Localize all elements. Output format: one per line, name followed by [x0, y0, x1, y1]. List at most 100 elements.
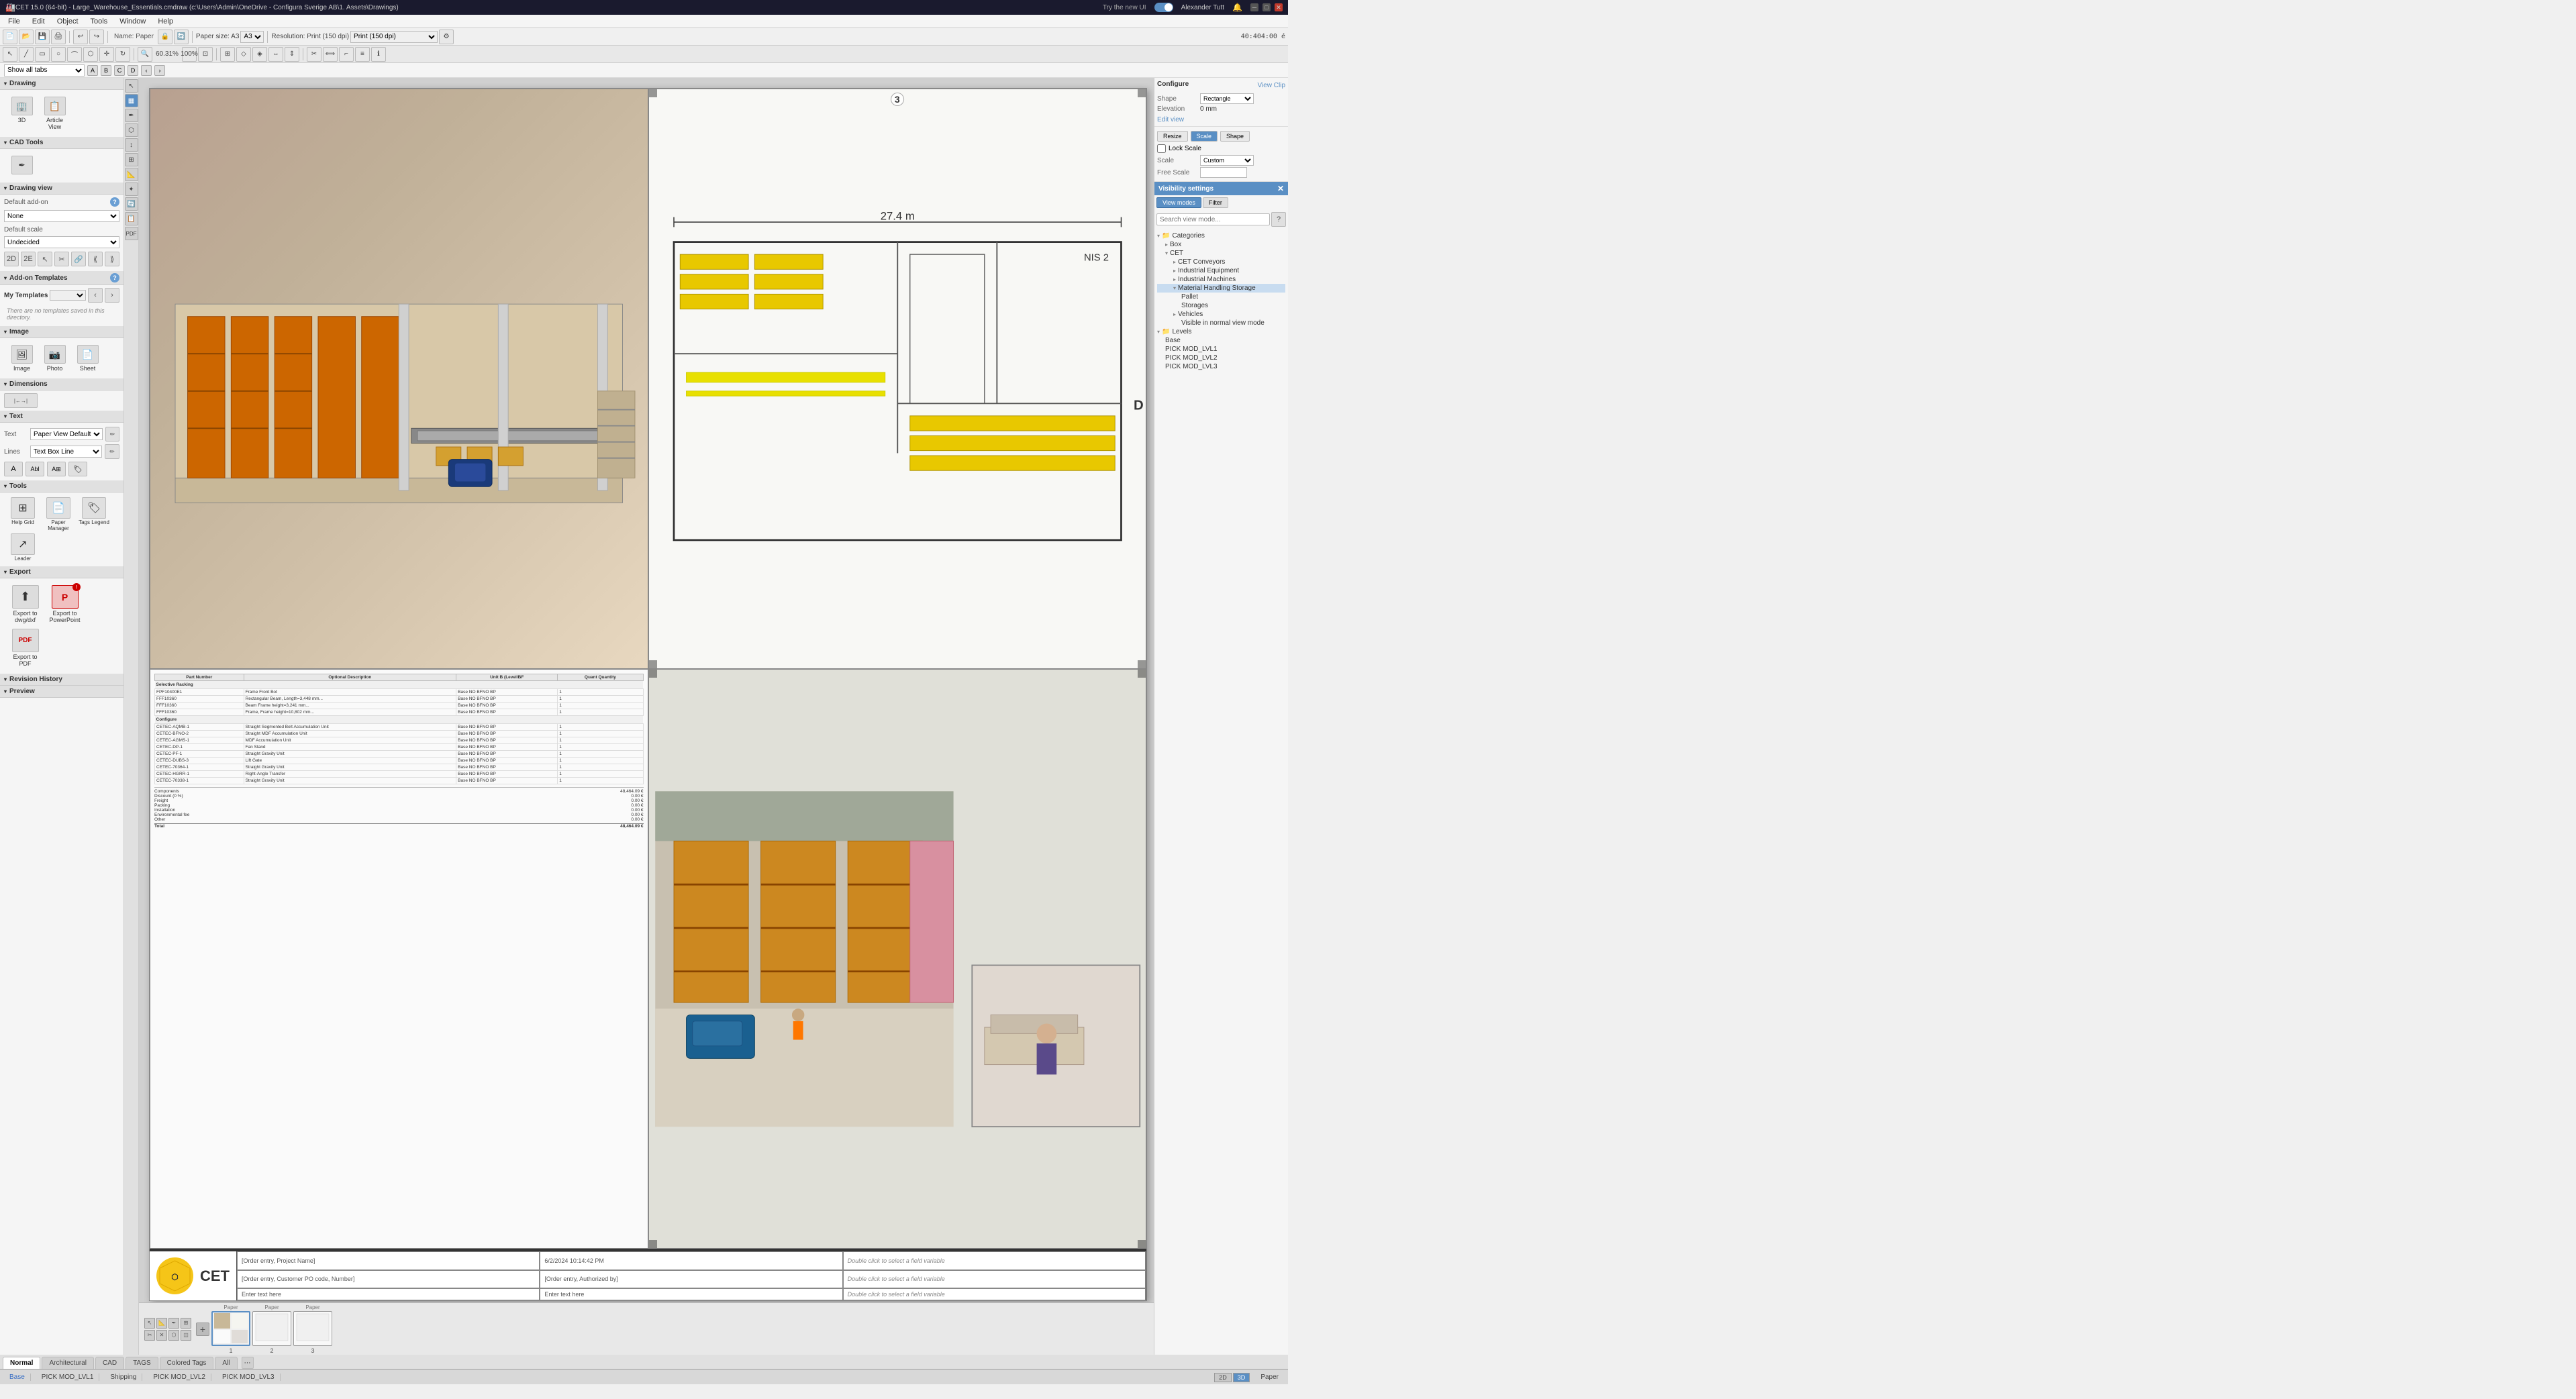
draw-poly[interactable]: ⬡	[83, 47, 98, 62]
draw-arc[interactable]: ⌒	[67, 47, 82, 62]
tree-base[interactable]: Base	[1157, 336, 1285, 345]
leader-button[interactable]: ↗ Leader	[6, 533, 40, 562]
dimensions-section-header[interactable]: ▾ Dimensions	[0, 378, 123, 391]
templates-next[interactable]: ›	[105, 288, 119, 303]
tree-material-handling[interactable]: ▾ Material Handling Storage	[1157, 284, 1285, 293]
title-project-name[interactable]: [Order entry, Project Name]	[237, 1251, 540, 1270]
add-page-button[interactable]: +	[196, 1323, 209, 1336]
tree-vehicles[interactable]: ▸ Vehicles	[1157, 310, 1285, 319]
side-tool-4[interactable]: ⊞	[125, 153, 138, 166]
draw-circle[interactable]: ○	[51, 47, 66, 62]
view-clip-link[interactable]: View Clip	[1258, 82, 1286, 89]
page-thumb-1[interactable]: Paper 1	[211, 1304, 250, 1354]
text-tool-A[interactable]: A	[4, 462, 23, 476]
article-view-button[interactable]: 📋 Article View	[40, 95, 70, 132]
shape-btn[interactable]: Shape	[1220, 131, 1250, 142]
side-active[interactable]: ▦	[125, 94, 138, 107]
zoom-in[interactable]: 🔍	[138, 47, 152, 62]
text-tool-img[interactable]: 🏷	[68, 462, 87, 476]
scale-select-container[interactable]: Custom	[1200, 155, 1254, 166]
scale-btn[interactable]: Scale	[1191, 131, 1218, 142]
addon-templates-header[interactable]: ▾ Add-on Templates ?	[0, 271, 123, 285]
tree-pallet[interactable]: Pallet	[1157, 293, 1285, 301]
view-icon-2dempty[interactable]: 2E	[21, 252, 36, 266]
thumb-tool-6[interactable]: ✕	[156, 1330, 167, 1341]
free-scale-input[interactable]: 347.938	[1200, 167, 1247, 178]
text-style-select[interactable]: Paper View Default	[30, 428, 103, 440]
page-thumb-img-1[interactable]	[211, 1311, 250, 1346]
view-icon-tools2[interactable]: ✂	[54, 252, 69, 266]
dim-linear[interactable]: |←→|	[4, 393, 38, 408]
tab-colored-tags[interactable]: Colored Tags	[160, 1357, 214, 1369]
resolution-select[interactable]: Print (150 dpi)Screen (72 dpi)	[350, 31, 438, 43]
addon-help-icon[interactable]: ?	[110, 197, 119, 207]
side-tool-5[interactable]: 📐	[125, 168, 138, 181]
side-tool-8[interactable]: 📋	[125, 212, 138, 225]
view-modes-btn[interactable]: View modes	[1156, 197, 1201, 208]
mode-3d-btn[interactable]: 3D	[1233, 1373, 1250, 1382]
view-icon-tools5[interactable]: ⟫	[105, 252, 119, 266]
thumb-tool-2[interactable]: 📐	[156, 1318, 167, 1329]
floorplan-cell[interactable]: 3	[648, 89, 1147, 669]
drawing-section-header[interactable]: ▾ Drawing	[0, 78, 123, 90]
undo-button[interactable]: ↩	[73, 30, 88, 44]
export-dwg-button[interactable]: ⬆ Export to dwg/dxf	[7, 584, 44, 625]
view-icon-tools4[interactable]: ⟪	[88, 252, 103, 266]
drawing-3d-button[interactable]: 🏢 3D	[7, 95, 37, 132]
default-addon-select[interactable]: None	[4, 210, 119, 222]
snap-endpoint[interactable]: ◇	[236, 47, 251, 62]
draw-line[interactable]: ╱	[19, 47, 34, 62]
minimize-button[interactable]: ─	[1250, 3, 1258, 11]
image-button[interactable]: 🖼 Image	[7, 344, 37, 373]
page-thumb-img-3[interactable]	[293, 1311, 332, 1346]
abc-arrow-left[interactable]: ‹	[141, 65, 152, 76]
draw-rotate[interactable]: ↻	[115, 47, 130, 62]
templates-help-icon[interactable]: ?	[110, 273, 119, 282]
bom-table-cell[interactable]: Part Number Optional Description Unit B …	[150, 669, 648, 1249]
title-field-var-1[interactable]: Double click to select a field variable	[843, 1251, 1146, 1270]
tab-normal[interactable]: Normal	[3, 1357, 40, 1369]
filter-btn[interactable]: Filter	[1203, 197, 1228, 208]
snap-grid[interactable]: ⊞	[220, 47, 235, 62]
side-tool-7[interactable]: 🔄	[125, 197, 138, 211]
thumb-tool-8[interactable]: ◫	[181, 1330, 191, 1341]
menu-object[interactable]: Object	[52, 16, 84, 27]
revision-history-header[interactable]: ▾ Revision History	[0, 674, 123, 686]
tree-box[interactable]: ▸ Box	[1157, 240, 1285, 249]
preview-header[interactable]: ▾ Preview	[0, 686, 123, 698]
visibility-close-btn[interactable]: ✕	[1277, 184, 1284, 193]
tree-cet-conveyors[interactable]: ▸ CET Conveyors	[1157, 258, 1285, 266]
zoom-100[interactable]: 100%	[182, 47, 197, 62]
side-tool-1[interactable]: ✒	[125, 109, 138, 122]
lines-edit-btn[interactable]: ✏	[105, 444, 119, 459]
tree-industrial-machines[interactable]: ▸ Industrial Machines	[1157, 275, 1285, 284]
tree-cet[interactable]: ▾ CET	[1157, 249, 1285, 258]
tab-all[interactable]: All	[215, 1357, 237, 1369]
draw-move[interactable]: ✛	[99, 47, 114, 62]
abc-c-button[interactable]: C	[114, 65, 125, 76]
title-customer-po[interactable]: [Order entry, Customer PO code, Number]	[237, 1270, 540, 1289]
menu-edit[interactable]: Edit	[27, 16, 50, 27]
templates-prev[interactable]: ‹	[88, 288, 103, 303]
tree-storages[interactable]: Storages	[1157, 301, 1285, 310]
tree-levels[interactable]: ▾ 📁 Levels	[1157, 327, 1285, 336]
export-pdf-button[interactable]: PDF Export to PDF	[7, 627, 44, 668]
export-section-header[interactable]: ▾ Export	[0, 566, 123, 578]
layer-button[interactable]: ≡	[355, 47, 370, 62]
page-thumb-img-2[interactable]	[252, 1311, 291, 1346]
search-vis-btn[interactable]: ?	[1271, 212, 1286, 227]
property-button[interactable]: ℹ	[371, 47, 386, 62]
bell-icon[interactable]: 🔔	[1232, 3, 1242, 12]
fillet-tool[interactable]: ⌐	[339, 47, 354, 62]
tree-visible-normal[interactable]: Visible in normal view mode	[1157, 319, 1285, 327]
window-controls[interactable]: ─ □ ✕	[1250, 3, 1283, 11]
paper-canvas[interactable]: 3	[149, 88, 1147, 1301]
cad-tool-1[interactable]: ✒	[7, 154, 37, 177]
extend-tool[interactable]: ⟺	[323, 47, 338, 62]
mirror-h[interactable]: ⇔	[268, 47, 283, 62]
tree-industrial-equipment[interactable]: ▸ Industrial Equipment	[1157, 266, 1285, 275]
resize-btn[interactable]: Resize	[1157, 131, 1188, 142]
text-tool-label[interactable]: Abl	[26, 462, 44, 476]
print-button[interactable]: 🖨	[51, 30, 66, 44]
warehouse-3d-cell[interactable]	[150, 89, 648, 669]
